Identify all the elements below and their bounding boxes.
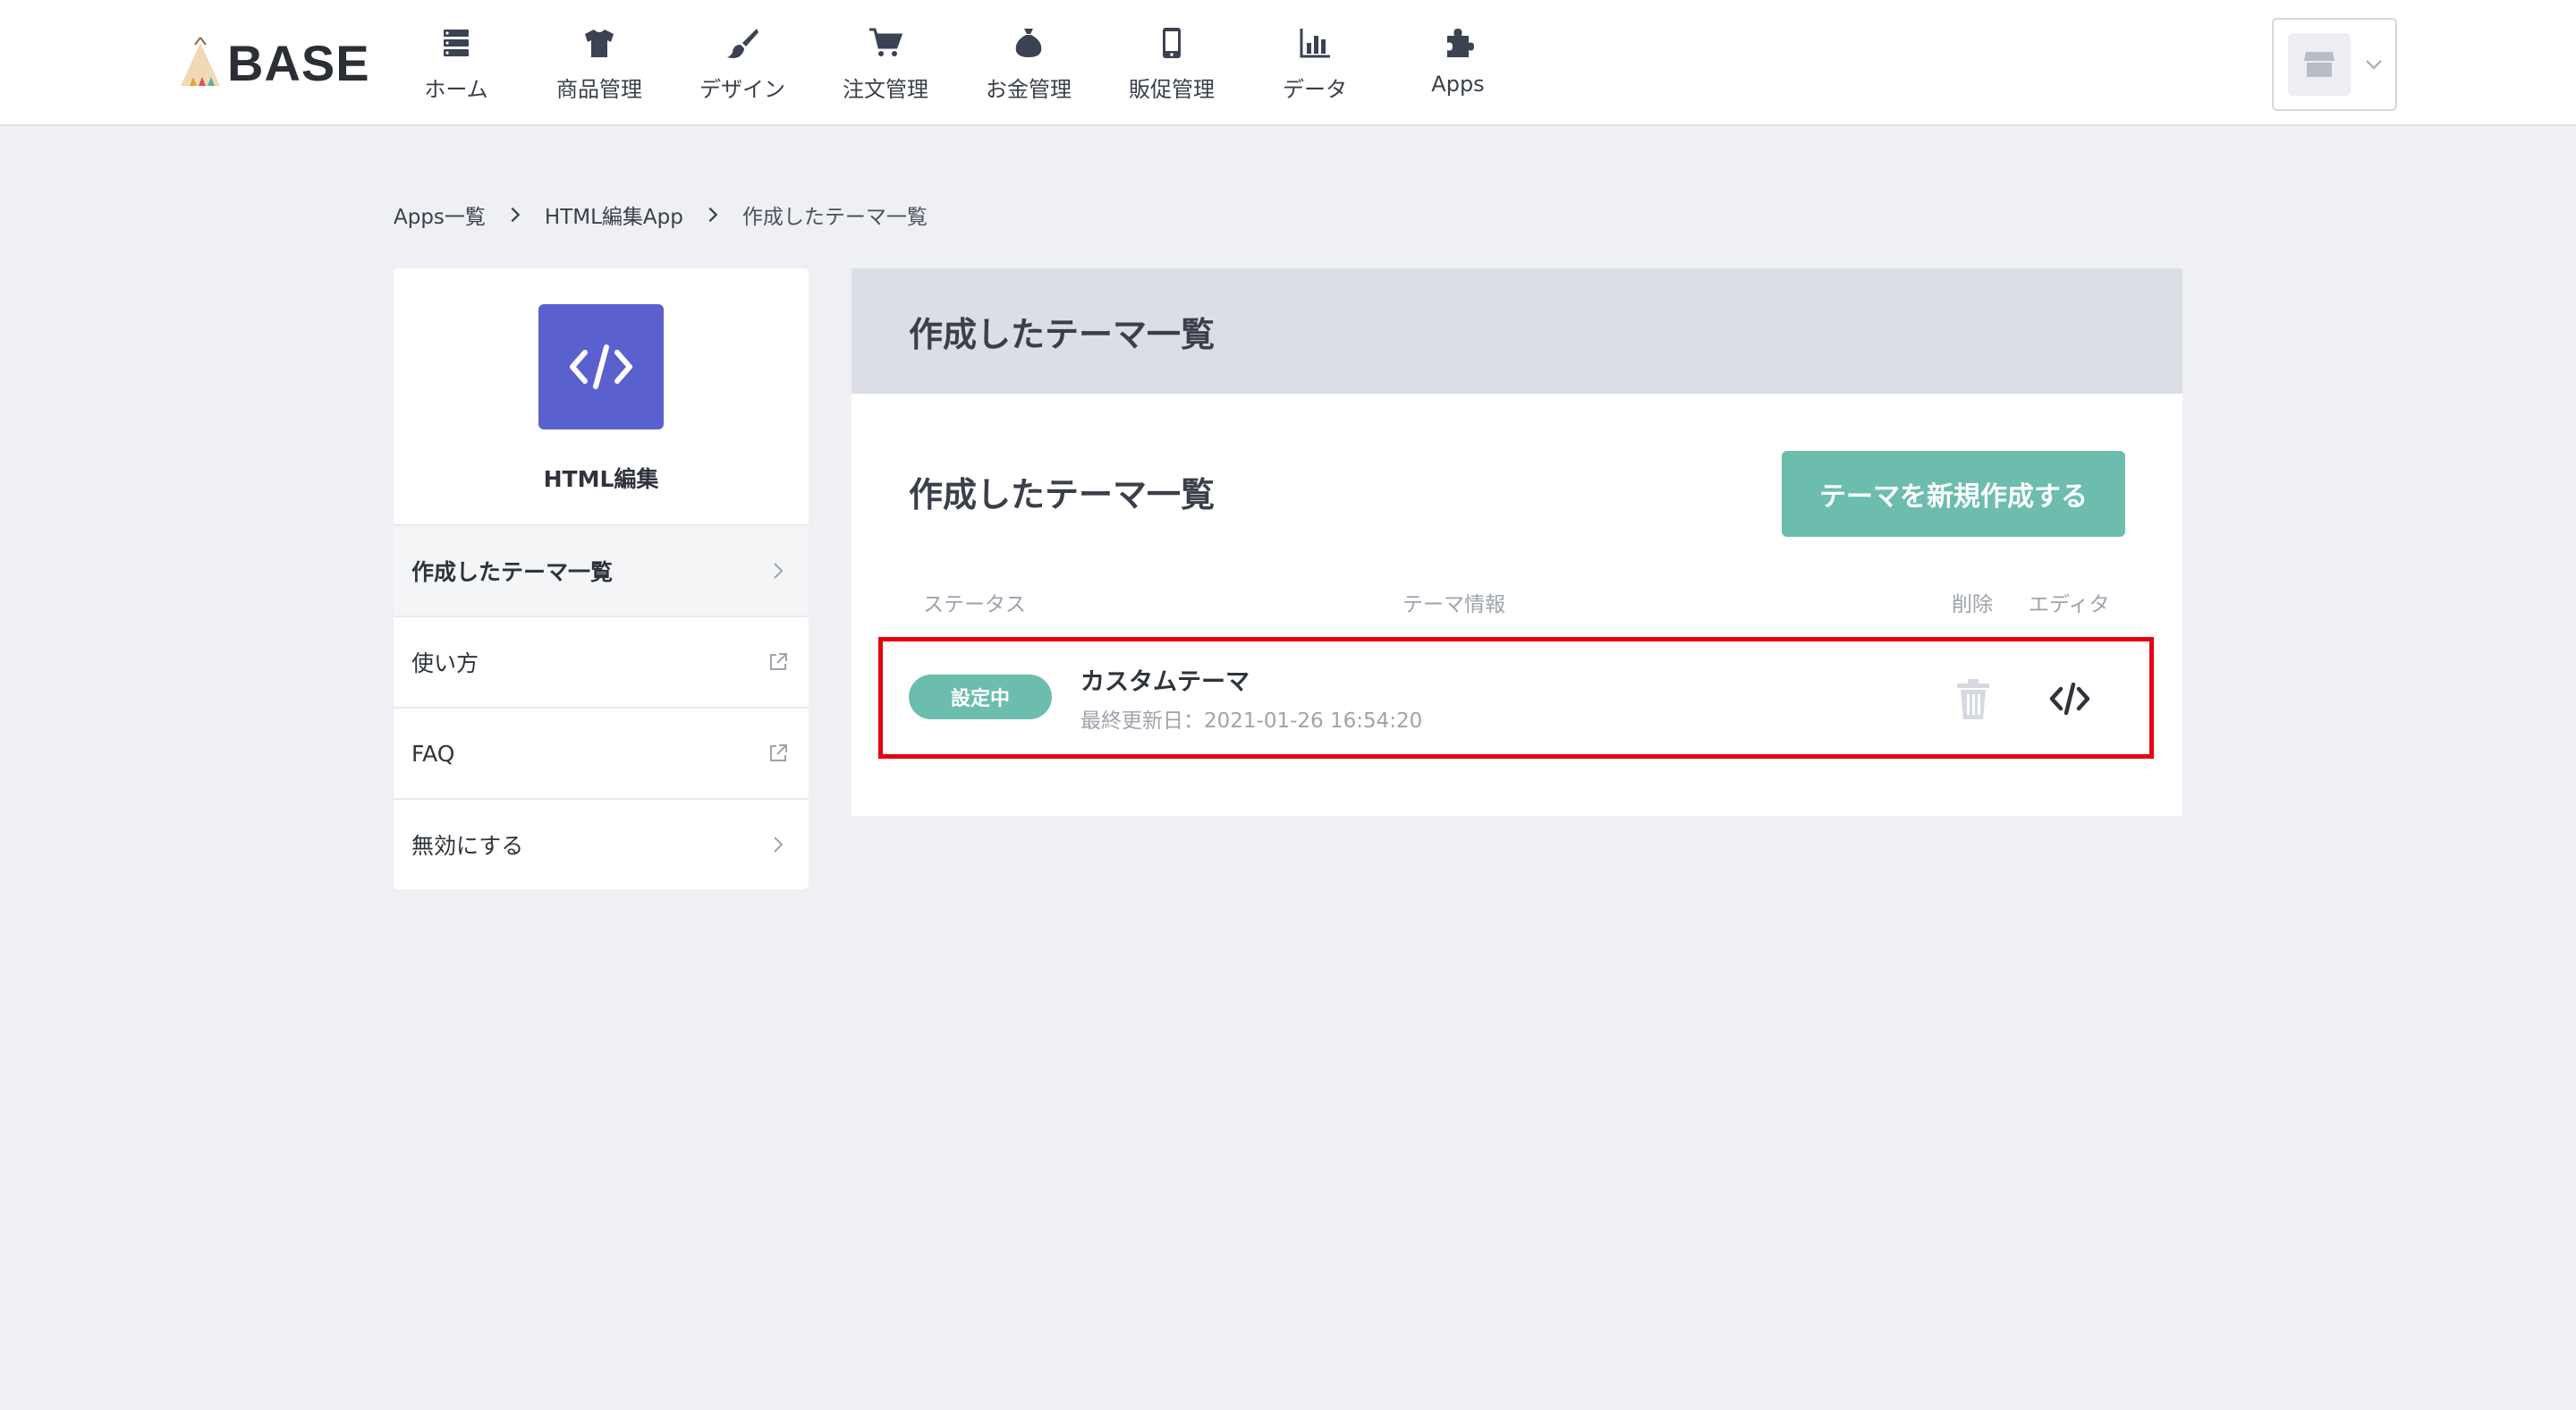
nav-label: デザイン bbox=[699, 77, 785, 102]
sidebar-item-disable[interactable]: 無効にする bbox=[394, 798, 809, 889]
tent-logo-icon bbox=[181, 37, 220, 86]
page-title: 作成したテーマ一覧 bbox=[909, 314, 1216, 354]
nav-item-apps[interactable]: Apps bbox=[1386, 0, 1530, 126]
sidebar-item-label: 作成したテーマ一覧 bbox=[411, 559, 614, 585]
breadcrumb-apps[interactable]: Apps一覧 bbox=[394, 200, 486, 230]
main-nav: ホーム 商品管理 デザイン 注文管理 お金管理 販促管理 データ Apps bbox=[385, 0, 1530, 126]
app-icon bbox=[538, 304, 664, 429]
shop-avatar bbox=[2288, 33, 2351, 96]
nav-label: データ bbox=[1283, 77, 1347, 102]
column-header-delete: 削除 bbox=[1952, 593, 1993, 616]
trash-icon[interactable] bbox=[1953, 678, 1993, 721]
sidebar-item-label: 無効にする bbox=[411, 833, 524, 859]
breadcrumb-html-app[interactable]: HTML編集App bbox=[545, 200, 683, 230]
theme-list-panel: 作成したテーマ一覧 作成したテーマ一覧 テーマを新規作成する ステータス テーマ… bbox=[852, 268, 2182, 816]
base-logo[interactable]: BASE bbox=[177, 34, 370, 91]
nav-item-home[interactable]: ホーム bbox=[385, 0, 528, 126]
chevron-right-icon bbox=[774, 563, 784, 579]
chevron-right-icon bbox=[708, 207, 718, 223]
column-header-status: ステータス bbox=[923, 593, 1026, 616]
nav-item-money[interactable]: お金管理 bbox=[957, 0, 1100, 126]
app-name: HTML編集 bbox=[543, 466, 659, 492]
shop-switcher[interactable] bbox=[2272, 18, 2397, 111]
column-header-editor: エディタ bbox=[2029, 593, 2110, 616]
puzzle-icon bbox=[1447, 29, 1474, 57]
app-sidebar: HTML編集 作成したテーマ一覧 使い方 FAQ 無効にする bbox=[394, 268, 809, 889]
cart-icon bbox=[869, 28, 903, 56]
external-link-icon bbox=[770, 744, 787, 761]
bar-chart-icon bbox=[1300, 29, 1330, 58]
storefront-icon bbox=[2304, 52, 2334, 77]
column-header-info: テーマ情報 bbox=[1402, 593, 1505, 616]
server-icon bbox=[444, 30, 469, 56]
chevron-right-icon bbox=[511, 207, 521, 223]
sidebar-item-label: 使い方 bbox=[411, 650, 479, 676]
chevron-down-icon bbox=[2366, 60, 2382, 70]
panel-header: 作成したテーマ一覧 bbox=[852, 268, 2182, 394]
section-title: 作成したテーマ一覧 bbox=[909, 475, 1216, 514]
theme-name: カスタムテーマ bbox=[1080, 668, 1250, 696]
money-bag-icon bbox=[1015, 29, 1042, 57]
sidebar-menu: 作成したテーマ一覧 使い方 FAQ 無効にする bbox=[394, 524, 809, 889]
nav-label: 商品管理 bbox=[556, 77, 642, 102]
nav-item-design[interactable]: デザイン bbox=[671, 0, 814, 126]
chevron-right-icon bbox=[774, 837, 784, 853]
nav-label: お金管理 bbox=[986, 77, 1072, 102]
breadcrumb: Apps一覧 HTML編集App 作成したテーマ一覧 bbox=[394, 199, 928, 231]
code-icon bbox=[570, 344, 632, 389]
external-link-icon bbox=[770, 653, 787, 670]
nav-label: Apps bbox=[1431, 72, 1485, 97]
sidebar-item-theme-list[interactable]: 作成したテーマ一覧 bbox=[394, 524, 809, 616]
create-theme-button[interactable]: テーマを新規作成する bbox=[1782, 451, 2125, 537]
theme-updated-date: 最終更新日：2021-01-26 16:54:20 bbox=[1080, 709, 1423, 733]
tshirt-icon bbox=[585, 30, 614, 57]
nav-label: ホーム bbox=[424, 77, 488, 102]
sidebar-item-usage[interactable]: 使い方 bbox=[394, 616, 809, 707]
code-editor-icon[interactable] bbox=[2048, 680, 2091, 718]
sidebar-item-faq[interactable]: FAQ bbox=[394, 707, 809, 798]
paintbrush-icon bbox=[727, 29, 758, 58]
nav-item-orders[interactable]: 注文管理 bbox=[814, 0, 957, 126]
nav-label: 注文管理 bbox=[843, 77, 928, 102]
status-badge: 設定中 bbox=[909, 675, 1052, 719]
breadcrumb-current: 作成したテーマ一覧 bbox=[741, 206, 928, 229]
nav-item-products[interactable]: 商品管理 bbox=[528, 0, 671, 126]
nav-item-promotion[interactable]: 販促管理 bbox=[1100, 0, 1243, 126]
nav-label: 販促管理 bbox=[1129, 77, 1215, 102]
smartphone-icon bbox=[1163, 28, 1181, 58]
sidebar-item-label: FAQ bbox=[411, 740, 455, 767]
top-header: BASE ホーム 商品管理 デザイン 注文管理 お金管理 販促管理 データ Ap… bbox=[0, 0, 2576, 126]
nav-item-data[interactable]: データ bbox=[1243, 0, 1386, 126]
logo-text: BASE bbox=[227, 34, 370, 91]
